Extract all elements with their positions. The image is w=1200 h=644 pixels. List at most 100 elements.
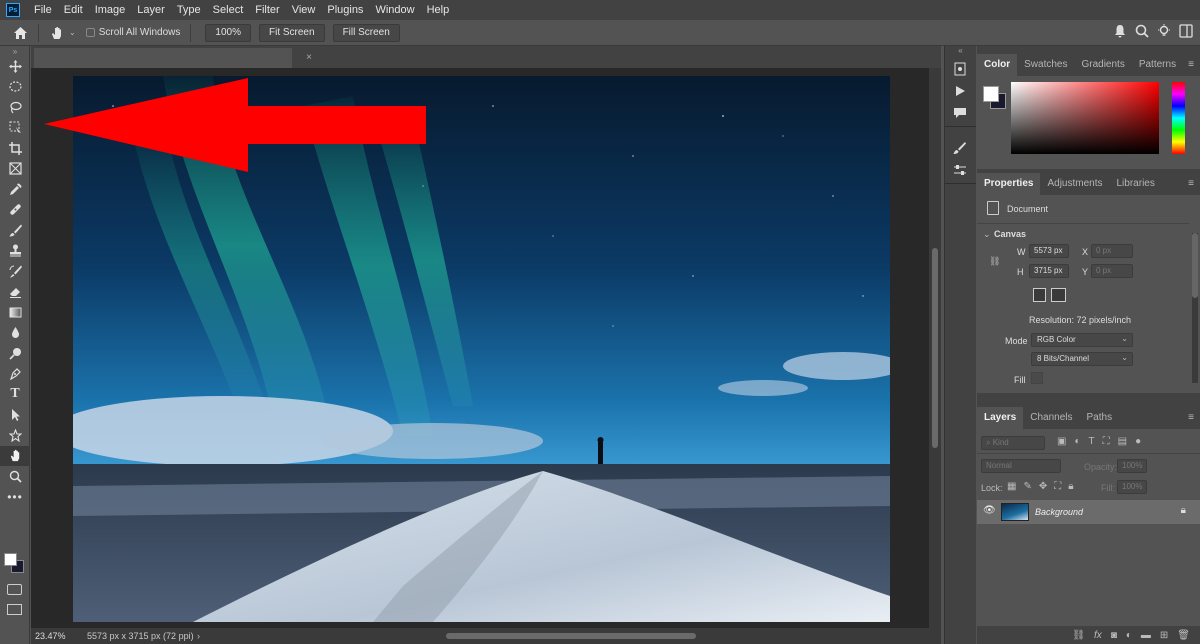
- close-tab-icon[interactable]: ×: [306, 52, 312, 63]
- eyedropper-tool-icon[interactable]: [0, 179, 30, 200]
- home-icon[interactable]: [8, 22, 32, 44]
- layer-style-fx-icon[interactable]: fx: [1094, 630, 1102, 641]
- new-adjustment-layer-icon[interactable]: ◐: [1126, 630, 1132, 641]
- color-panel-foreground-swatch[interactable]: [983, 86, 999, 102]
- properties-scrollbar[interactable]: [1192, 233, 1198, 383]
- delete-layer-icon[interactable]: 🗑︎: [1177, 630, 1190, 641]
- hand-tool-icon[interactable]: [0, 445, 30, 466]
- y-input[interactable]: 0 px: [1091, 264, 1133, 278]
- menu-window[interactable]: Window: [369, 0, 420, 20]
- fill-screen-button[interactable]: Fill Screen: [332, 23, 400, 42]
- panel-menu-icon[interactable]: ≡: [1188, 412, 1194, 423]
- custom-shape-tool-icon[interactable]: [0, 425, 30, 446]
- menu-file[interactable]: File: [28, 0, 58, 20]
- zoom-100-button[interactable]: 100%: [205, 23, 251, 42]
- tab-swatches[interactable]: Swatches: [1017, 54, 1074, 76]
- gradient-tool-icon[interactable]: [0, 302, 30, 323]
- edit-toolbar-icon[interactable]: •••: [0, 487, 30, 508]
- status-arrow-icon[interactable]: ›: [197, 631, 200, 641]
- hue-slider[interactable]: [1172, 82, 1185, 154]
- brush-tool-icon[interactable]: [0, 220, 30, 241]
- foreground-color-swatch[interactable]: [4, 553, 17, 566]
- chevron-down-icon[interactable]: ⌄: [69, 28, 76, 37]
- dodge-tool-icon[interactable]: [0, 343, 30, 364]
- menu-select[interactable]: Select: [207, 0, 250, 20]
- pixel-filter-icon[interactable]: ▣: [1057, 436, 1066, 447]
- menu-view[interactable]: View: [286, 0, 322, 20]
- width-input[interactable]: 5573 px: [1029, 244, 1069, 258]
- object-selection-tool-icon[interactable]: [0, 118, 30, 139]
- color-picker-field[interactable]: [1011, 82, 1159, 154]
- fill-swatch[interactable]: [1031, 372, 1043, 384]
- link-chain-icon[interactable]: ⛓: [989, 256, 1000, 267]
- lock-image-icon[interactable]: ✎: [1023, 481, 1031, 492]
- lock-position-icon[interactable]: ✥: [1039, 481, 1047, 492]
- discover-lightbulb-icon[interactable]: [1156, 23, 1172, 39]
- history-panel-icon[interactable]: [945, 58, 975, 80]
- menu-plugins[interactable]: Plugins: [321, 0, 369, 20]
- bell-icon[interactable]: [1112, 23, 1128, 39]
- lock-artboard-icon[interactable]: ⛶: [1054, 481, 1061, 492]
- tab-channels[interactable]: Channels: [1023, 407, 1079, 429]
- marquee-tool-icon[interactable]: [0, 77, 30, 98]
- collapse-toolbar-icon[interactable]: »: [0, 46, 30, 56]
- pen-tool-icon[interactable]: [0, 364, 30, 385]
- portrait-orientation-icon[interactable]: [1033, 288, 1046, 302]
- clone-stamp-tool-icon[interactable]: [0, 241, 30, 262]
- tab-properties[interactable]: Properties: [977, 173, 1041, 195]
- bit-depth-select[interactable]: 8 Bits/Channel ⌄: [1031, 352, 1133, 366]
- panel-menu-icon[interactable]: ≡: [1188, 59, 1194, 70]
- hand-tool-preset-icon[interactable]: [45, 22, 69, 44]
- new-layer-icon[interactable]: ⊞: [1160, 630, 1168, 641]
- tab-paths[interactable]: Paths: [1080, 407, 1120, 429]
- scroll-thumb[interactable]: [932, 248, 938, 448]
- vertical-scrollbar[interactable]: [929, 68, 941, 628]
- brush-settings-icon[interactable]: [945, 137, 975, 159]
- eraser-tool-icon[interactable]: [0, 282, 30, 303]
- menu-type[interactable]: Type: [171, 0, 207, 20]
- comments-icon[interactable]: [945, 102, 975, 124]
- menu-filter[interactable]: Filter: [249, 0, 285, 20]
- new-group-icon[interactable]: ▬: [1141, 630, 1151, 641]
- panel-menu-icon[interactable]: ≡: [1188, 178, 1194, 189]
- visibility-eye-icon[interactable]: 👁︎: [983, 505, 996, 516]
- move-tool-icon[interactable]: [0, 56, 30, 77]
- layer-row-background[interactable]: 👁︎ Background 🔒︎: [977, 500, 1200, 524]
- add-mask-icon[interactable]: ◙: [1111, 630, 1117, 641]
- color-mode-select[interactable]: RGB Color ⌄: [1031, 333, 1133, 347]
- landscape-orientation-icon[interactable]: [1051, 288, 1066, 302]
- healing-brush-tool-icon[interactable]: [0, 200, 30, 221]
- lasso-tool-icon[interactable]: [0, 97, 30, 118]
- fill-input[interactable]: 100%: [1117, 480, 1147, 494]
- menu-help[interactable]: Help: [421, 0, 456, 20]
- blur-tool-icon[interactable]: [0, 323, 30, 344]
- filter-toggle-icon[interactable]: ●: [1135, 436, 1141, 447]
- horizontal-scrollbar[interactable]: [226, 632, 926, 640]
- zoom-tool-icon[interactable]: [0, 466, 30, 487]
- scroll-thumb[interactable]: [446, 633, 696, 639]
- workspace-switcher-icon[interactable]: [1178, 23, 1194, 39]
- x-input[interactable]: 0 px: [1091, 244, 1133, 258]
- path-selection-tool-icon[interactable]: [0, 405, 30, 426]
- smart-object-filter-icon[interactable]: ▤: [1118, 436, 1127, 447]
- link-layers-icon[interactable]: ⛓: [1072, 630, 1085, 641]
- search-icon[interactable]: [1134, 23, 1150, 39]
- tab-libraries[interactable]: Libraries: [1110, 173, 1162, 195]
- frame-tool-icon[interactable]: [0, 159, 30, 180]
- tab-color[interactable]: Color: [977, 54, 1018, 76]
- type-filter-icon[interactable]: T: [1089, 436, 1095, 447]
- tab-gradients[interactable]: Gradients: [1074, 54, 1131, 76]
- zoom-level[interactable]: 23.47%: [31, 631, 87, 641]
- expand-panels-icon[interactable]: «: [945, 46, 976, 56]
- blend-mode-select[interactable]: Normal: [981, 459, 1061, 473]
- lock-all-icon[interactable]: 🔒︎: [1068, 481, 1073, 492]
- chevron-down-icon[interactable]: ⌄: [983, 229, 991, 240]
- history-brush-tool-icon[interactable]: [0, 261, 30, 282]
- document-tab[interactable]: ×: [34, 48, 312, 68]
- adjustment-filter-icon[interactable]: ◐: [1074, 436, 1080, 447]
- height-input[interactable]: 3715 px: [1029, 264, 1069, 278]
- filter-kind-select[interactable]: ⌕ Kind: [981, 436, 1045, 450]
- opacity-input[interactable]: 100%: [1117, 459, 1147, 473]
- quick-mask-icon[interactable]: [7, 584, 22, 595]
- menu-edit[interactable]: Edit: [58, 0, 89, 20]
